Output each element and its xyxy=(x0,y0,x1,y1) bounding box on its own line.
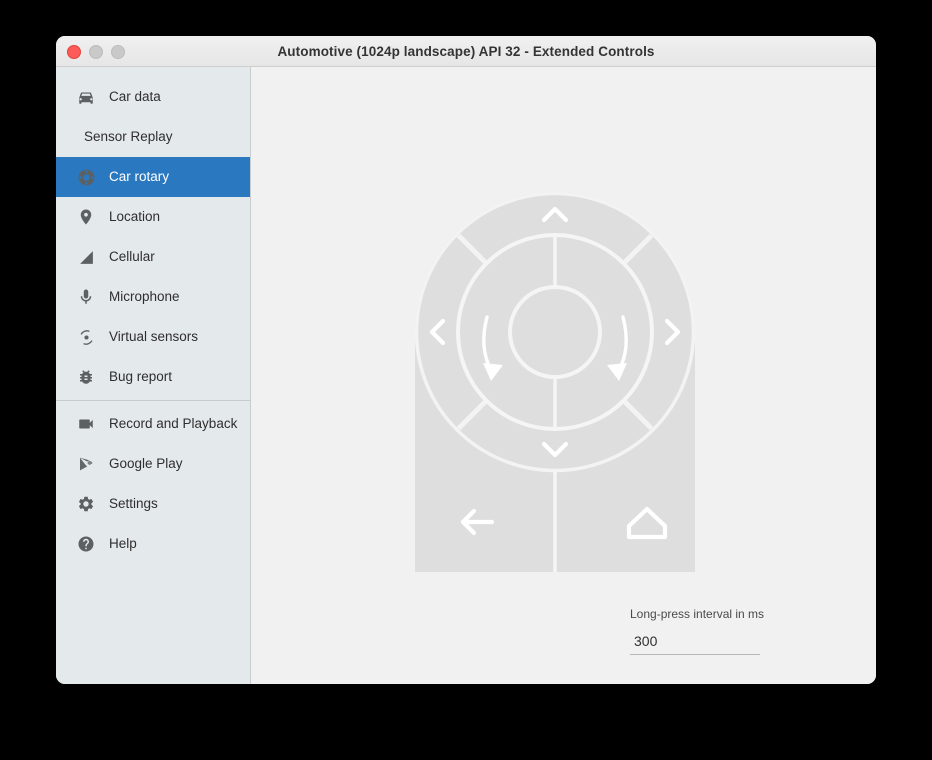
sidebar-item-help[interactable]: Help xyxy=(56,524,250,564)
help-question-icon xyxy=(75,533,97,555)
sidebar-item-bug-report[interactable]: Bug report xyxy=(56,357,250,397)
sidebar-item-label: Car data xyxy=(109,90,161,104)
sidebar-item-label: Record and Playback xyxy=(109,417,237,431)
desktop-background: Automotive (1024p landscape) API 32 - Ex… xyxy=(0,0,932,760)
sidebar-item-settings[interactable]: Settings xyxy=(56,484,250,524)
main-content-panel: Long-press interval in ms xyxy=(251,67,876,684)
cellular-signal-icon xyxy=(75,246,97,268)
sidebar-item-virtual-sensors[interactable]: Virtual sensors xyxy=(56,317,250,357)
gear-icon xyxy=(75,493,97,515)
sidebar-item-label: Bug report xyxy=(109,370,172,384)
sidebar-item-label: Cellular xyxy=(109,250,155,264)
location-pin-icon xyxy=(75,206,97,228)
window-title: Automotive (1024p landscape) API 32 - Ex… xyxy=(56,36,876,67)
sidebar-item-location[interactable]: Location xyxy=(56,197,250,237)
sidebar-item-cellular[interactable]: Cellular xyxy=(56,237,250,277)
sidebar-item-label: Google Play xyxy=(109,457,183,471)
sidebar-item-sensor-replay[interactable]: Sensor Replay xyxy=(56,117,250,157)
long-press-interval-input[interactable] xyxy=(630,630,760,655)
video-camera-icon xyxy=(75,413,97,435)
car-icon xyxy=(75,86,97,108)
virtual-sensors-icon xyxy=(75,326,97,348)
car-rotary-widget[interactable] xyxy=(415,192,695,572)
sidebar-item-label: Car rotary xyxy=(109,170,169,184)
sidebar-navigation: Car data Sensor Replay xyxy=(56,67,251,684)
sidebar-item-car-data[interactable]: Car data xyxy=(56,77,250,117)
sidebar-item-label: Help xyxy=(109,537,137,551)
window-body: Car data Sensor Replay xyxy=(56,67,876,684)
long-press-interval-field-group: Long-press interval in ms xyxy=(630,607,850,655)
sidebar-item-car-rotary[interactable]: Car rotary xyxy=(56,157,250,197)
extended-controls-window: Automotive (1024p landscape) API 32 - Ex… xyxy=(56,36,876,684)
sidebar-top-spacer xyxy=(56,67,250,77)
microphone-icon xyxy=(75,286,97,308)
long-press-interval-label: Long-press interval in ms xyxy=(630,607,850,621)
sidebar-item-label: Virtual sensors xyxy=(109,330,198,344)
sidebar-item-record-and-playback[interactable]: Record and Playback xyxy=(56,404,250,444)
window-titlebar: Automotive (1024p landscape) API 32 - Ex… xyxy=(56,36,876,67)
sidebar-divider xyxy=(56,400,250,401)
sidebar-item-label: Microphone xyxy=(109,290,180,304)
sidebar-item-label: Location xyxy=(109,210,160,224)
sidebar-item-microphone[interactable]: Microphone xyxy=(56,277,250,317)
sidebar-item-label: Settings xyxy=(109,497,158,511)
sidebar-item-label: Sensor Replay xyxy=(84,130,173,144)
rotary-knob-icon xyxy=(75,166,97,188)
sidebar-item-google-play[interactable]: Google Play xyxy=(56,444,250,484)
bug-icon xyxy=(75,366,97,388)
google-play-icon xyxy=(75,453,97,475)
rotary-center-circle xyxy=(510,287,600,377)
